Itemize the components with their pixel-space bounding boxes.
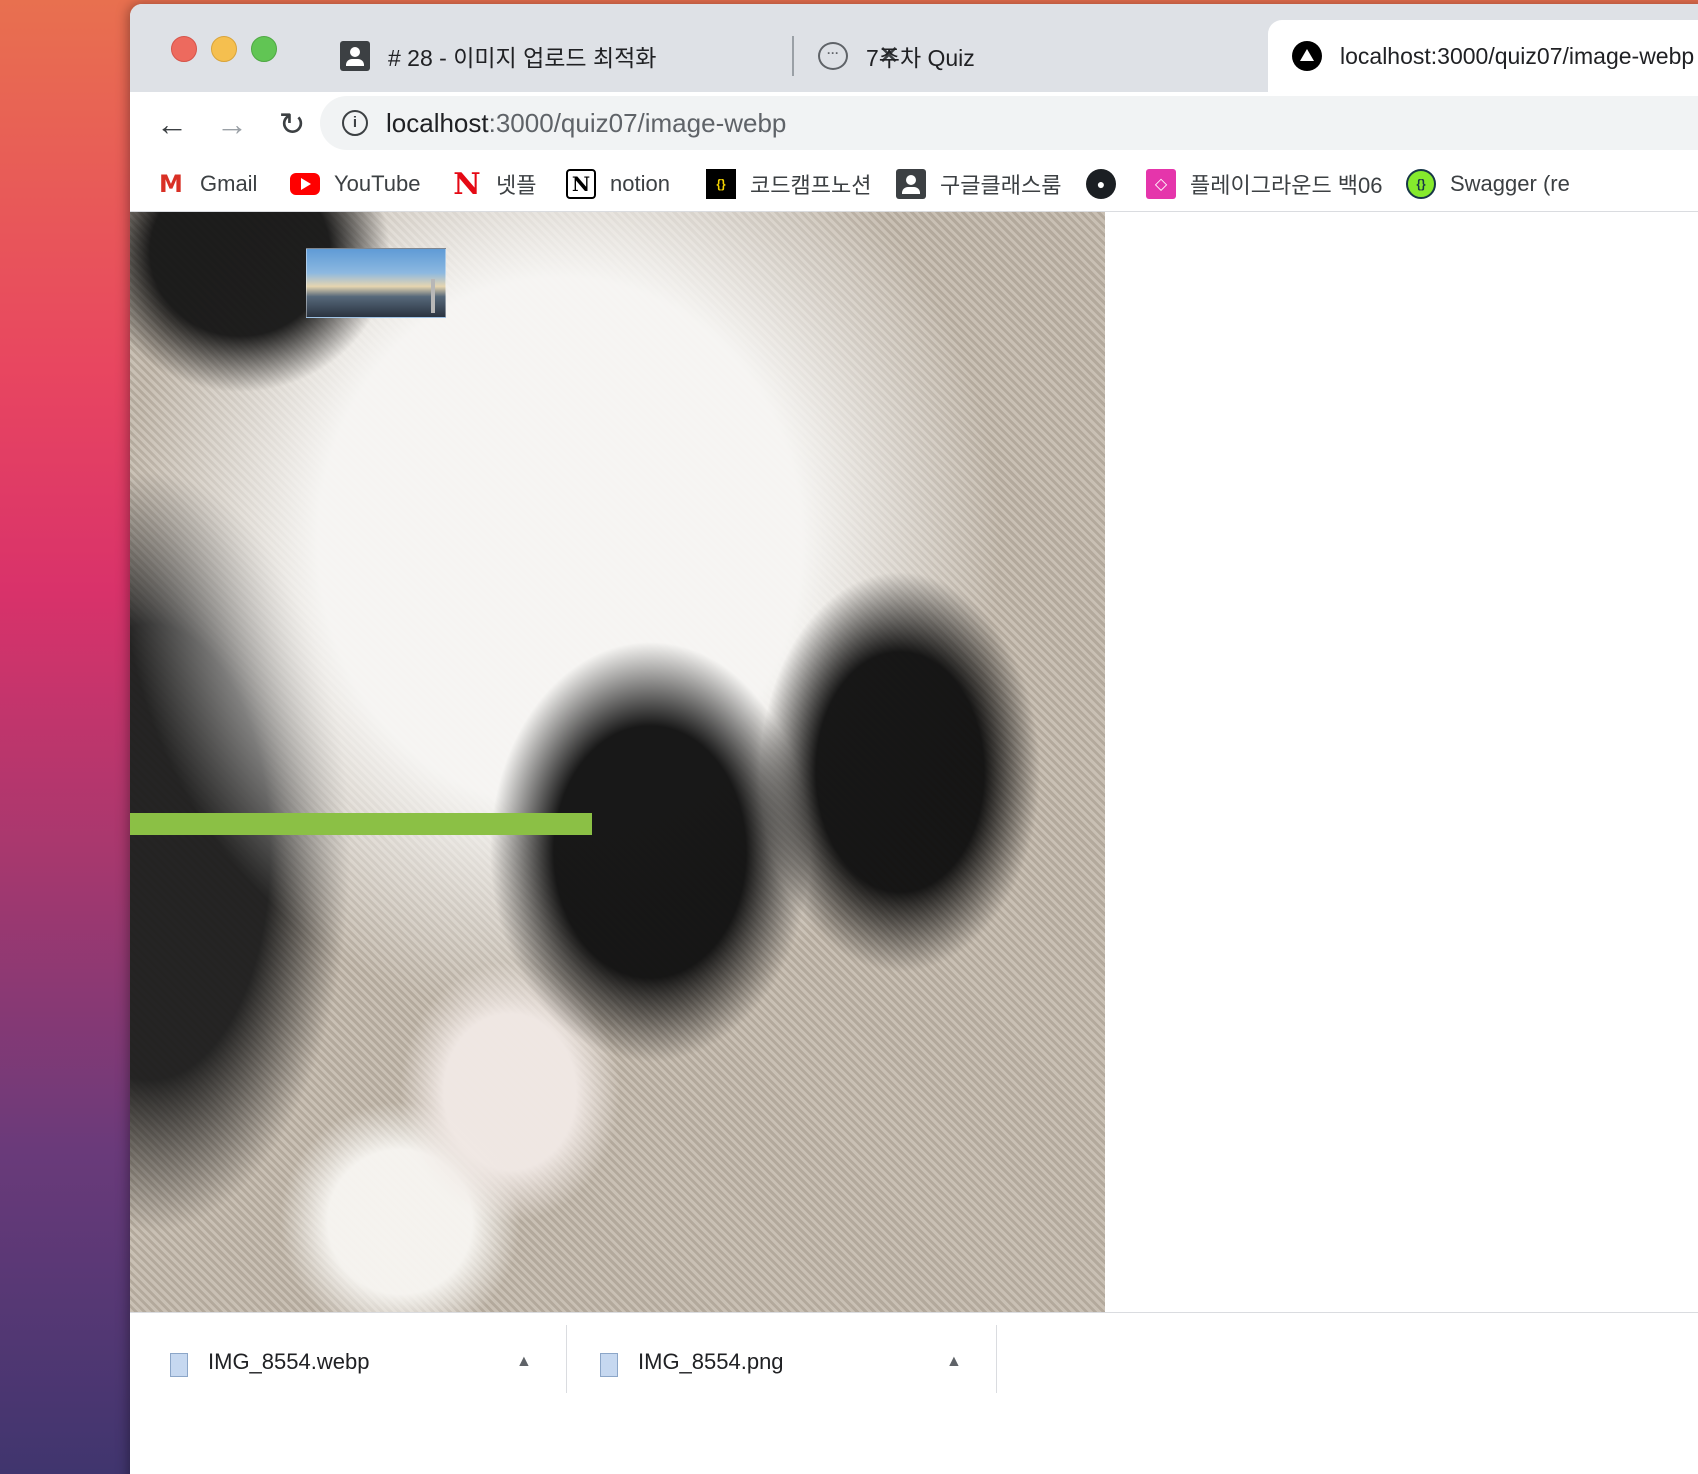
desktop-wallpaper: # 28 - 이미지 업로드 최적화 ✕ ··· 7주차 Quiz ✕ loca…: [0, 0, 1698, 1474]
bookmarks-bar: M Gmail YouTube N 넷플 N notion {} 코드캠프노션: [130, 156, 1698, 212]
download-separator: [996, 1325, 997, 1393]
upload-progress-fill: [130, 813, 593, 835]
download-bar: IMG_8554.webp ▲ IMG_8554.png ▲: [130, 1312, 1698, 1393]
cat-photo: [130, 212, 1105, 1312]
tab-title: localhost:3000/quiz07/image-webp: [1340, 42, 1695, 69]
browser-window: # 28 - 이미지 업로드 최적화 ✕ ··· 7주차 Quiz ✕ loca…: [130, 4, 1698, 1474]
fullscreen-window-button[interactable]: [251, 36, 277, 62]
download-item[interactable]: IMG_8554.png ▲: [600, 1313, 996, 1393]
browser-toolbar: ← → ↻ i localhost:3000/quiz07/image-webp: [130, 92, 1698, 156]
info-icon[interactable]: i: [342, 110, 368, 136]
file-icon: [600, 1353, 618, 1377]
tab-title: 7주차 Quiz: [866, 45, 975, 71]
upload-progress-bar: [130, 813, 1105, 835]
github-icon: ●: [1086, 169, 1116, 199]
download-separator: [566, 1325, 567, 1393]
tab-image-upload[interactable]: # 28 - 이미지 업로드 최적화 ✕: [340, 20, 900, 92]
bookmark-youtube[interactable]: YouTube: [290, 166, 420, 202]
download-item[interactable]: IMG_8554.webp ▲: [170, 1313, 566, 1393]
chat-icon: ···: [818, 41, 848, 71]
address-bar[interactable]: i localhost:3000/quiz07/image-webp: [320, 96, 1698, 150]
close-window-button[interactable]: [171, 36, 197, 62]
tab-strip: # 28 - 이미지 업로드 최적화 ✕ ··· 7주차 Quiz ✕ loca…: [130, 4, 1698, 92]
nextjs-icon: [1292, 41, 1322, 71]
tab-localhost-active[interactable]: localhost:3000/quiz07/image-webp: [1268, 20, 1698, 92]
bookmark-classroom[interactable]: 구글클래스룸: [896, 166, 1061, 202]
tab-title: # 28 - 이미지 업로드 최적화: [388, 45, 657, 71]
file-icon: [170, 1353, 188, 1377]
bookmark-github[interactable]: ●: [1086, 166, 1130, 202]
netflix-icon: N: [453, 166, 481, 202]
page-content: [130, 212, 1698, 1312]
bookmark-playground[interactable]: ◇ 플레이그라운드 백06: [1146, 166, 1383, 202]
bookmark-swagger[interactable]: {} Swagger (re: [1406, 166, 1570, 202]
chevron-up-icon[interactable]: ▲: [946, 1353, 962, 1371]
gmail-icon: M: [159, 170, 183, 198]
tab-separator: [792, 36, 794, 76]
youtube-icon: [290, 173, 320, 195]
forward-arrow-icon[interactable]: →: [208, 100, 256, 148]
bookmark-netflix[interactable]: N 넷플: [452, 166, 536, 202]
classroom-icon: [340, 41, 370, 71]
classroom-icon: [896, 169, 926, 199]
notion-icon: N: [566, 169, 596, 199]
graphql-icon: ◇: [1146, 169, 1176, 199]
bookmark-gmail[interactable]: M Gmail: [156, 166, 257, 202]
download-filename: IMG_8554.webp: [208, 1349, 370, 1374]
reload-icon[interactable]: ↻: [268, 100, 316, 148]
codecamp-icon: {}: [706, 169, 736, 199]
bookmark-notion[interactable]: N notion: [566, 166, 670, 202]
swagger-icon: {}: [1406, 169, 1436, 199]
url-text: localhost:3000/quiz07/image-webp: [386, 107, 787, 138]
download-filename: IMG_8554.png: [638, 1349, 784, 1374]
cityscape-thumbnail: [306, 248, 446, 318]
chevron-up-icon[interactable]: ▲: [516, 1353, 532, 1371]
back-arrow-icon[interactable]: ←: [148, 100, 196, 148]
minimize-window-button[interactable]: [211, 36, 237, 62]
bookmark-codecamp[interactable]: {} 코드캠프노션: [706, 166, 871, 202]
